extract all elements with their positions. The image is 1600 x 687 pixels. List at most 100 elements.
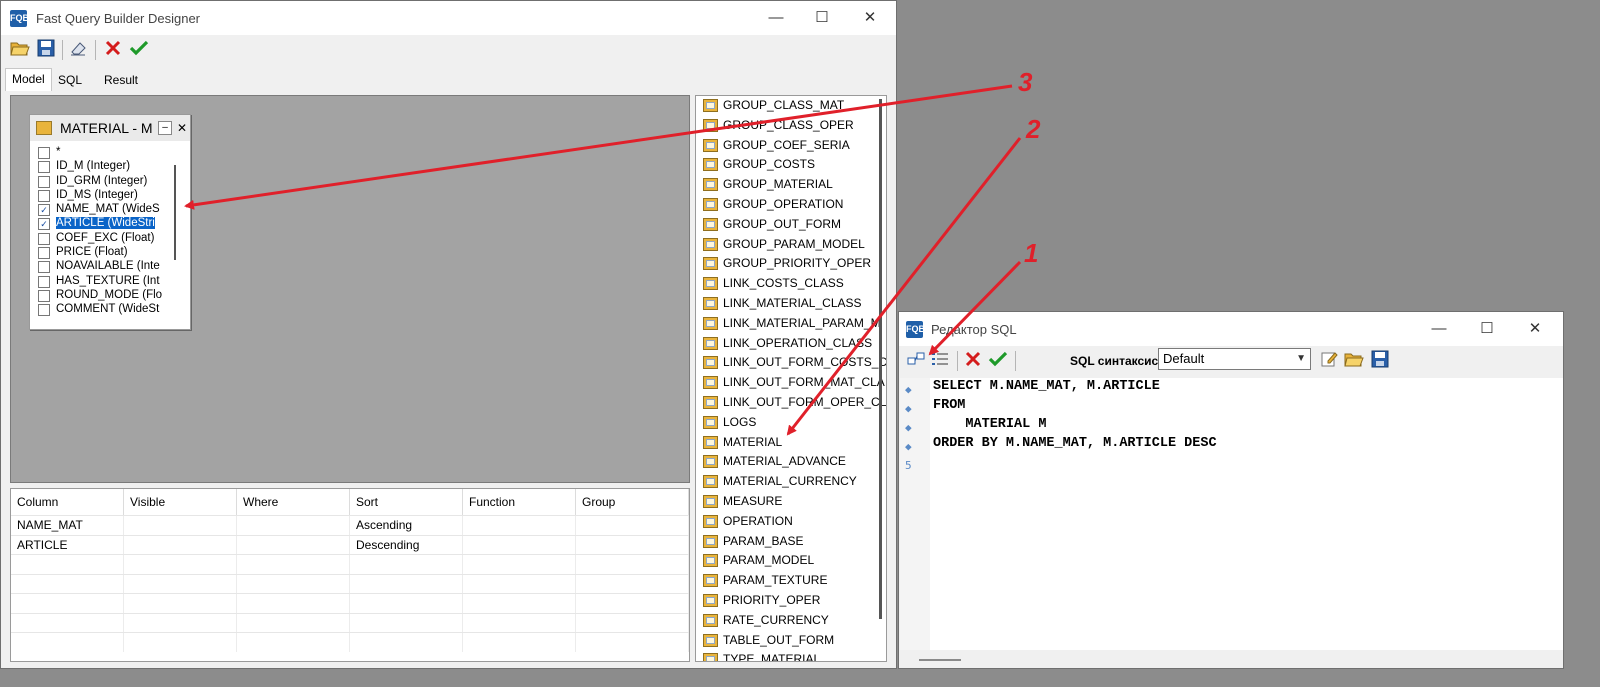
table-list-item[interactable]: MEASURE [696, 492, 886, 512]
title-bar[interactable]: FQB Fast Query Builder Designer — ☐ ✕ [1, 1, 896, 35]
checkbox-icon[interactable] [38, 247, 50, 260]
table-list-item[interactable]: LINK_MATERIAL_CLASS [696, 294, 886, 314]
grid-cell[interactable] [11, 633, 124, 652]
field-row[interactable]: PRICE (Float) [38, 245, 164, 260]
grid-cell[interactable] [237, 516, 350, 535]
field-row[interactable]: COMMENT (WideSt [38, 302, 164, 317]
save-icon[interactable] [35, 39, 57, 61]
field-row[interactable]: ID_GRM (Integer) [38, 174, 164, 188]
grid-cell[interactable] [237, 555, 350, 574]
grid-row[interactable] [11, 554, 689, 574]
open-icon[interactable] [1343, 350, 1365, 372]
grid-header[interactable]: Column [11, 489, 124, 515]
grid-cell[interactable] [237, 574, 350, 594]
grid-cell[interactable] [463, 535, 576, 555]
ok-icon[interactable] [128, 39, 150, 61]
grid-cell[interactable] [11, 574, 124, 594]
grid-cell[interactable] [237, 535, 350, 555]
tables-list-scrollbar[interactable] [879, 99, 882, 619]
grid-cell[interactable] [463, 594, 576, 613]
grid-header[interactable]: Sort [350, 489, 463, 515]
field-row[interactable]: ID_MS (Integer) [38, 188, 164, 202]
grid-cell[interactable] [124, 535, 237, 555]
checkbox-icon[interactable] [38, 175, 50, 188]
grid-header[interactable]: Function [463, 489, 576, 515]
table-list-item[interactable]: GROUP_COSTS [696, 155, 886, 175]
edit-icon[interactable] [1318, 350, 1340, 372]
table-list-item[interactable]: GROUP_OPERATION [696, 195, 886, 215]
grid-cell[interactable] [124, 574, 237, 594]
checkbox-icon[interactable] [38, 232, 50, 245]
sql-title-bar[interactable]: FQB Редактор SQL — ☐ ✕ [899, 312, 1563, 346]
table-list-item[interactable]: PARAM_TEXTURE [696, 571, 886, 591]
grid-header[interactable]: Visible [124, 489, 237, 515]
grid-cell[interactable] [576, 555, 689, 574]
sql-line[interactable]: FROM [933, 398, 965, 413]
close-button[interactable]: ✕ [1512, 312, 1558, 346]
grid-cell[interactable] [237, 613, 350, 633]
grid-cell[interactable] [124, 594, 237, 613]
table-list-item[interactable]: TABLE_OUT_FORM [696, 631, 886, 651]
table-list-item[interactable]: PRIORITY_OPER [696, 591, 886, 611]
table-list-item[interactable]: GROUP_COEF_SERIA [696, 136, 886, 156]
minimize-icon[interactable]: – [158, 121, 172, 135]
grid-cell[interactable] [350, 594, 463, 613]
minimize-button[interactable]: — [1416, 312, 1462, 346]
clear-icon[interactable] [67, 39, 89, 61]
grid-row[interactable]: NAME_MAT Ascending [11, 515, 689, 535]
field-row[interactable]: ✓ ARTICLE (WideStri [38, 216, 164, 231]
grid-cell[interactable] [463, 574, 576, 594]
grid-cell[interactable] [576, 613, 689, 633]
checkbox-icon[interactable] [38, 261, 50, 274]
checkbox-icon[interactable] [38, 289, 50, 302]
checkbox-icon[interactable] [38, 275, 50, 288]
model-canvas[interactable]: MATERIAL - M – ✕ * ID_M (Integer) ID_GRM (… [10, 95, 690, 483]
table-list-item[interactable]: LINK_OUT_FORM_OPER_CL [696, 393, 886, 413]
table-list-item[interactable]: LOGS [696, 413, 886, 433]
grid-cell[interactable] [124, 613, 237, 633]
table-list-item[interactable]: MATERIAL [696, 433, 886, 453]
maximize-button[interactable]: ☐ [1464, 312, 1510, 346]
open-icon[interactable] [9, 39, 31, 61]
sql-line[interactable]: SELECT M.NAME_MAT, M.ARTICLE [933, 379, 1160, 394]
grid-cell[interactable] [576, 574, 689, 594]
tab-sql[interactable]: SQL [52, 70, 88, 90]
grid-cell[interactable] [463, 613, 576, 633]
cancel-icon[interactable] [962, 350, 984, 372]
checkbox-checked-icon[interactable]: ✓ [38, 218, 50, 231]
grid-row[interactable] [11, 593, 689, 613]
grid-cell[interactable] [463, 516, 576, 535]
table-box-header[interactable]: MATERIAL - M – ✕ [30, 115, 190, 141]
list-icon[interactable] [929, 350, 951, 372]
grid-cell[interactable] [124, 555, 237, 574]
tab-result[interactable]: Result [98, 70, 144, 90]
grid-header[interactable]: Group [576, 489, 689, 515]
grid-cell[interactable]: Descending [350, 535, 463, 555]
field-row[interactable]: * [38, 145, 164, 159]
table-list-item[interactable]: PARAM_MODEL [696, 551, 886, 571]
grid-cell[interactable] [350, 574, 463, 594]
table-list-item[interactable]: LINK_COSTS_CLASS [696, 274, 886, 294]
field-row[interactable]: ID_M (Integer) [38, 159, 164, 174]
close-icon[interactable]: ✕ [175, 121, 189, 135]
grid-cell[interactable] [237, 633, 350, 652]
grid-cell[interactable] [350, 613, 463, 633]
checkbox-icon[interactable] [38, 147, 50, 159]
grid-cell[interactable] [350, 555, 463, 574]
grid-cell[interactable] [576, 594, 689, 613]
table-list-item[interactable]: RATE_CURRENCY [696, 611, 886, 631]
field-list-scrollbar[interactable] [174, 165, 176, 260]
table-list-item[interactable]: OPERATION [696, 512, 886, 532]
maximize-button[interactable]: ☐ [799, 1, 845, 35]
sql-line[interactable]: MATERIAL M [933, 417, 1046, 432]
grid-cell[interactable] [11, 555, 124, 574]
grid-row[interactable] [11, 632, 689, 652]
table-list-item[interactable]: GROUP_OUT_FORM [696, 215, 886, 235]
field-row[interactable]: COEF_EXC (Float) [38, 231, 164, 245]
save-icon[interactable] [1369, 350, 1391, 372]
table-list-item[interactable]: GROUP_CLASS_MAT [696, 96, 886, 116]
table-list-item[interactable]: GROUP_CLASS_OPER [696, 116, 886, 136]
grid-cell[interactable] [124, 633, 237, 652]
grid-cell[interactable]: ARTICLE [11, 535, 124, 555]
field-row[interactable]: ROUND_MODE (Flo [38, 288, 164, 302]
